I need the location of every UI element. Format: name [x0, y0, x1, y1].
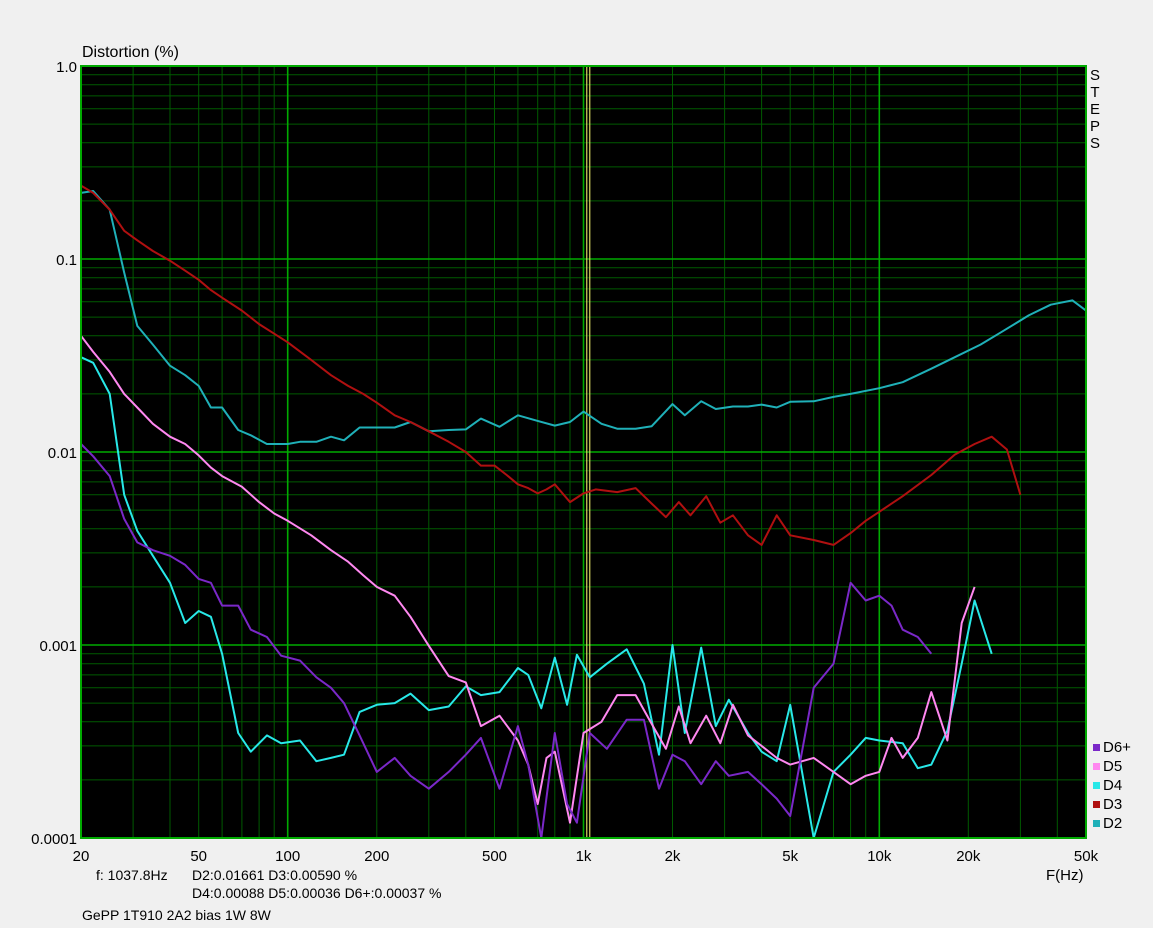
- x-tick-label: 1k: [576, 848, 592, 865]
- steps-letter: S: [1090, 135, 1100, 152]
- x-tick-label: 200: [364, 848, 389, 865]
- readout-line-2: D4:0.00088 D5:0.00036 D6+:0.00037 %: [192, 885, 441, 901]
- x-tick-label: 50: [190, 848, 207, 865]
- x-tick-label: 500: [482, 848, 507, 865]
- x-tick-label: 100: [275, 848, 300, 865]
- measurement-caption: GePP 1T910 2A2 bias 1W 8W: [82, 907, 272, 923]
- legend-label: D4: [1103, 777, 1122, 794]
- x-tick-label: 20k: [956, 848, 981, 865]
- x-tick-label: 5k: [782, 848, 798, 865]
- steps-letter: E: [1090, 101, 1100, 118]
- x-tick-label: 50k: [1074, 848, 1099, 865]
- legend-label: D3: [1103, 796, 1122, 813]
- legend-item[interactable]: D2: [1093, 815, 1122, 832]
- steps-letter: P: [1090, 118, 1100, 135]
- legend-swatch: [1093, 820, 1100, 827]
- y-tick-label: 0.001: [39, 638, 77, 655]
- legend-item[interactable]: D3: [1093, 796, 1122, 813]
- legend-swatch: [1093, 744, 1100, 751]
- legend-item[interactable]: D4: [1093, 777, 1122, 794]
- readout-line-1: D2:0.01661 D3:0.00590 %: [192, 867, 357, 883]
- legend-label: D2: [1103, 815, 1122, 832]
- y-tick-label: 0.0001: [31, 831, 77, 848]
- steps-letter: T: [1090, 84, 1099, 101]
- legend-label: D6+: [1103, 739, 1131, 756]
- legend-swatch: [1093, 763, 1100, 770]
- x-tick-label: 10k: [867, 848, 892, 865]
- x-tick-label: 20: [73, 848, 90, 865]
- distortion-chart: Distortion (%) 20 50 100 200 500 1k 2k 5k 10k 20k…: [31, 44, 1131, 923]
- legend[interactable]: D6+ D5 D4 D3 D2: [1093, 739, 1131, 832]
- chart-title: Distortion (%): [82, 44, 179, 61]
- x-axis-ticks: 20 50 100 200 500 1k 2k 5k 10k 20k 50k: [73, 848, 1099, 865]
- steps-letter: S: [1090, 67, 1100, 84]
- legend-item[interactable]: D6+: [1093, 739, 1131, 756]
- legend-label: D5: [1103, 758, 1122, 775]
- cursor-frequency-readout: f: 1037.8Hz: [96, 867, 168, 883]
- legend-swatch: [1093, 801, 1100, 808]
- x-axis-label: F(Hz): [1046, 867, 1084, 884]
- distortion-analyzer-window: Distortion (%) 20 50 100 200 500 1k 2k 5k 10k 20k…: [0, 0, 1153, 928]
- y-tick-label: 0.1: [56, 252, 77, 269]
- y-tick-label: 0.01: [48, 445, 77, 462]
- x-tick-label: 2k: [665, 848, 681, 865]
- legend-item[interactable]: D5: [1093, 758, 1122, 775]
- y-tick-label: 1.0: [56, 59, 77, 76]
- legend-swatch: [1093, 782, 1100, 789]
- y-axis-ticks: 1.0 0.1 0.01 0.001 0.0001: [31, 59, 77, 848]
- steps-label[interactable]: STEPS: [1090, 67, 1100, 152]
